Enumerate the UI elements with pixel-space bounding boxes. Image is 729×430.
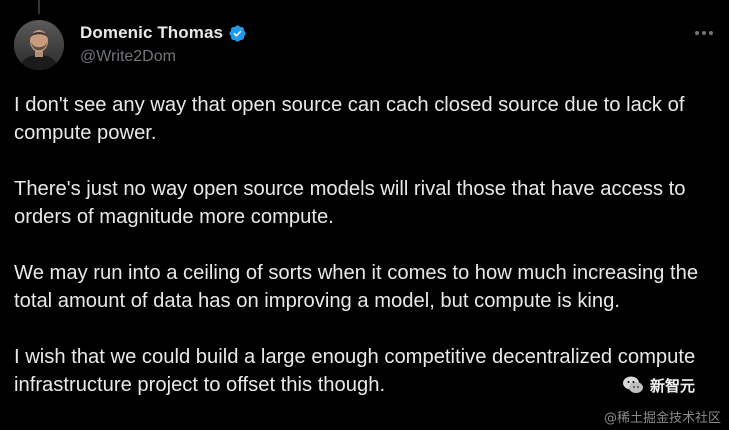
tweet-paragraph: I don't see any way that open source can…: [14, 94, 685, 144]
watermark: 新智元 @稀土掘金技术社区: [581, 374, 721, 426]
tweet-paragraph: There's just no way open source models w…: [14, 178, 686, 228]
more-options-button[interactable]: [693, 24, 715, 42]
tweet-paragraph: We may run into a ceiling of sorts when …: [14, 262, 699, 312]
watermark-source: @稀土掘金技术社区: [603, 411, 721, 426]
tweet-text: I don't see any way that open source can…: [14, 91, 719, 399]
author-info: Domenic Thomas @Write2Dom: [80, 22, 247, 66]
avatar[interactable]: [14, 20, 64, 70]
avatar-image: [14, 20, 64, 70]
tweet-card: Domenic Thomas @Write2Dom I don't see an…: [0, 0, 729, 430]
watermark-brand-row: 新智元: [622, 374, 695, 396]
watermark-brand: 新智元: [649, 376, 695, 395]
name-row: Domenic Thomas: [80, 22, 247, 44]
wechat-logo-icon: [622, 374, 644, 396]
verified-badge-icon: [228, 24, 247, 43]
display-name[interactable]: Domenic Thomas: [80, 23, 223, 43]
thread-line: [38, 0, 40, 14]
more-horizontal-icon: [695, 31, 713, 35]
handle[interactable]: @Write2Dom: [80, 48, 247, 66]
